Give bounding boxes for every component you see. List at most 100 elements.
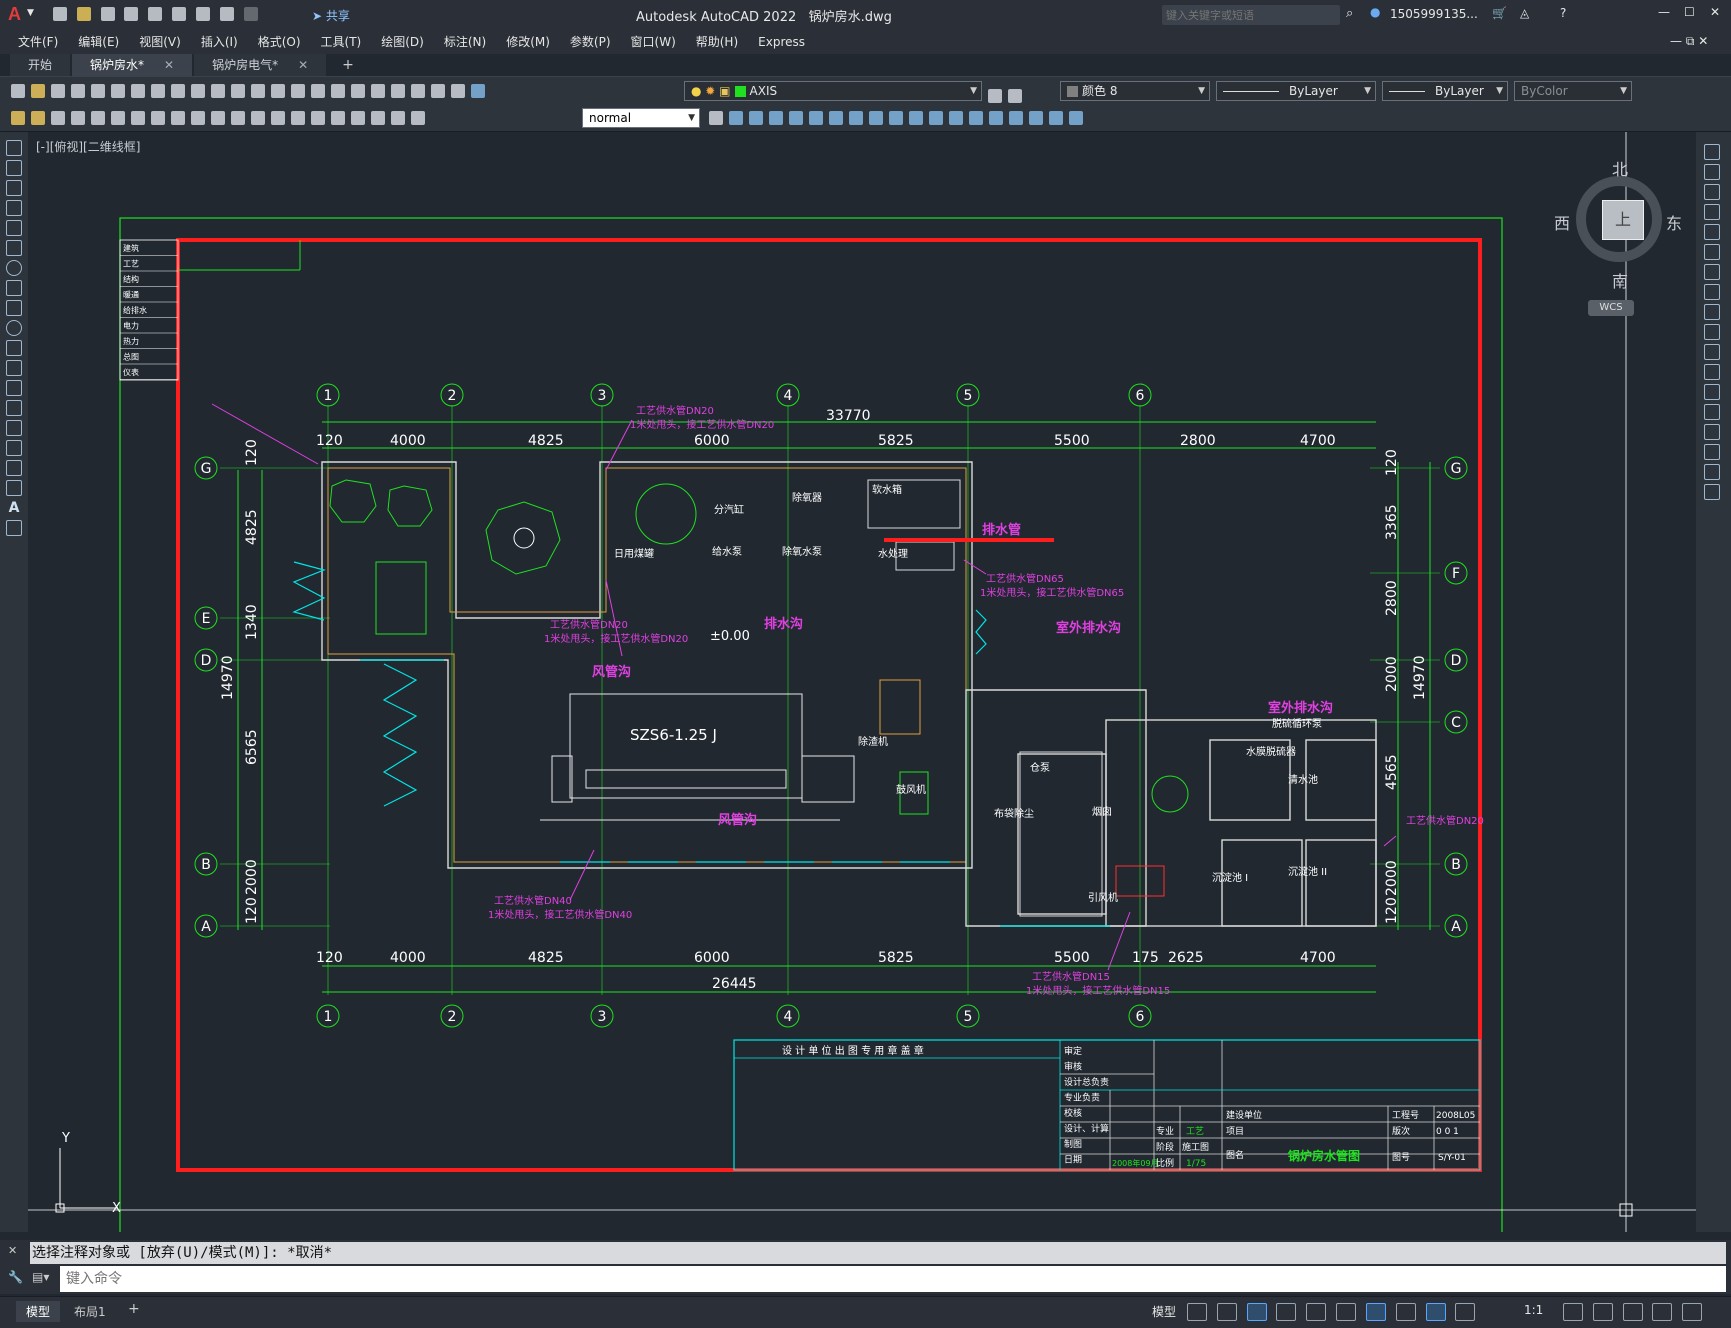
copy-icon[interactable] (151, 84, 165, 98)
line-tool-icon[interactable] (6, 140, 22, 156)
undo-icon[interactable] (219, 7, 234, 21)
user-icon[interactable]: ● (1370, 5, 1380, 19)
spline-icon[interactable] (6, 300, 22, 316)
menu-item[interactable]: 帮助(H) (686, 30, 748, 54)
jogged-dim-icon[interactable] (151, 111, 165, 125)
trim-icon[interactable] (889, 111, 903, 125)
pan-icon[interactable] (251, 84, 265, 98)
lineweight-dropdown[interactable]: ByLayer ▼ (1382, 81, 1508, 101)
user-id[interactable]: 1505999135... (1390, 7, 1478, 21)
menu-item[interactable]: Express (748, 30, 815, 54)
angular-dim-icon[interactable] (191, 111, 205, 125)
quick-properties-icon[interactable] (1652, 1303, 1673, 1321)
extend-icon[interactable] (909, 111, 923, 125)
autoscale-icon[interactable] (1455, 1303, 1476, 1321)
arc-length-icon[interactable] (91, 111, 105, 125)
close-tab-icon[interactable]: ✕ (164, 58, 174, 72)
insert-block-icon[interactable] (6, 360, 22, 376)
region-icon[interactable] (6, 460, 22, 476)
color-dropdown[interactable]: 颜色 8 ▼ (1060, 81, 1210, 101)
help-icon[interactable] (451, 84, 465, 98)
polar-icon[interactable] (1276, 1303, 1297, 1321)
search-box[interactable] (1162, 5, 1340, 25)
arc-icon[interactable] (6, 240, 22, 256)
dim-text-edit-icon[interactable] (391, 111, 405, 125)
join-icon[interactable] (1704, 404, 1720, 420)
move-icon[interactable] (1704, 244, 1720, 260)
break-at-point-icon[interactable] (1704, 364, 1720, 380)
table-icon[interactable] (6, 480, 22, 496)
viewcube[interactable]: 上 北 南 东 西 (1554, 154, 1684, 291)
menu-item[interactable]: 参数(P) (560, 30, 621, 54)
menu-item[interactable]: 编辑(E) (68, 30, 129, 54)
stretch-icon[interactable] (869, 111, 883, 125)
compass-north[interactable]: 北 (1612, 156, 1628, 180)
close-tab-icon[interactable]: ✕ (298, 58, 308, 72)
mirror-icon[interactable] (1704, 184, 1720, 200)
annotation-visibility-icon[interactable] (1425, 1303, 1446, 1321)
mtext-icon[interactable]: A (6, 500, 22, 516)
construction-line-icon[interactable] (6, 160, 22, 176)
mirror-icon[interactable] (749, 111, 763, 125)
polygon-icon[interactable] (6, 200, 22, 216)
app-menu-chevron-icon[interactable]: ▼ (27, 8, 34, 18)
command-input-box[interactable] (60, 1266, 1726, 1292)
radius-dim-icon[interactable] (131, 111, 145, 125)
jogged-linear-icon[interactable] (351, 111, 365, 125)
customize-icon[interactable]: 🔧 (8, 1270, 23, 1284)
menu-item[interactable]: 视图(V) (129, 30, 191, 54)
break-icon[interactable] (929, 111, 943, 125)
compass-west[interactable]: 西 (1554, 210, 1570, 234)
annotation-monitor-icon[interactable] (1592, 1303, 1613, 1321)
cut-icon[interactable] (131, 84, 145, 98)
center-mark-icon[interactable] (311, 111, 325, 125)
file-tab[interactable]: 锅炉房电气* ✕ (194, 54, 327, 76)
zoom-previous-icon[interactable] (311, 84, 325, 98)
compass-east[interactable]: 东 (1666, 210, 1682, 234)
offset-icon[interactable] (1704, 204, 1720, 220)
copy-object-icon[interactable] (729, 111, 743, 125)
rectangle-icon[interactable] (6, 220, 22, 236)
ellipse-icon[interactable] (6, 320, 22, 336)
open-file-icon[interactable] (76, 7, 91, 21)
continue-dim-icon[interactable] (251, 111, 265, 125)
isodraft-icon[interactable] (1306, 1303, 1327, 1321)
workspace-gear-icon[interactable] (1563, 1303, 1583, 1321)
plotstyle-dropdown[interactable]: ByColor ▼ (1514, 81, 1632, 101)
markup-icon[interactable] (411, 84, 425, 98)
scale-icon[interactable] (849, 111, 863, 125)
lineweight-icon[interactable] (1395, 1303, 1416, 1321)
point-icon[interactable] (6, 400, 22, 416)
chamfer-icon[interactable] (969, 111, 983, 125)
zoom-realtime-icon[interactable] (271, 84, 285, 98)
wcs-menu[interactable]: WCS (1588, 300, 1634, 316)
new-file-icon[interactable] (53, 7, 67, 21)
tolerance-icon[interactable] (291, 111, 305, 125)
preview-icon[interactable] (91, 84, 105, 98)
menu-item[interactable]: 修改(M) (496, 30, 560, 54)
search-input[interactable] (1162, 5, 1322, 25)
revcloud-icon[interactable] (6, 280, 22, 296)
tool-palette-icon[interactable] (371, 84, 385, 98)
app-store-icon[interactable]: ◬ (1520, 6, 1529, 20)
break-icon[interactable] (1704, 384, 1720, 400)
aligned-dim-icon[interactable] (71, 111, 85, 125)
new-tab-button[interactable]: + (342, 57, 354, 73)
calculator-icon[interactable] (431, 84, 445, 98)
menu-item[interactable]: 文件(F) (8, 30, 68, 54)
ortho-icon[interactable] (1246, 1303, 1267, 1321)
otrack-icon[interactable] (1336, 1303, 1357, 1321)
search-icon[interactable]: ⌕ (1346, 6, 1353, 21)
paste-icon[interactable] (171, 84, 185, 98)
save-icon[interactable] (100, 7, 115, 21)
erase-icon[interactable] (1704, 144, 1720, 160)
explode-icon[interactable] (1009, 111, 1023, 125)
units-icon[interactable] (1622, 1303, 1643, 1321)
offset-icon[interactable] (769, 111, 783, 125)
make-block-icon[interactable] (6, 380, 22, 396)
redo-icon[interactable] (231, 84, 245, 98)
array-icon[interactable] (1704, 224, 1720, 240)
fillet-icon[interactable] (1704, 444, 1720, 460)
add-layout-button[interactable]: + (128, 1301, 140, 1317)
model-space-label[interactable]: 模型 (1152, 1303, 1176, 1320)
